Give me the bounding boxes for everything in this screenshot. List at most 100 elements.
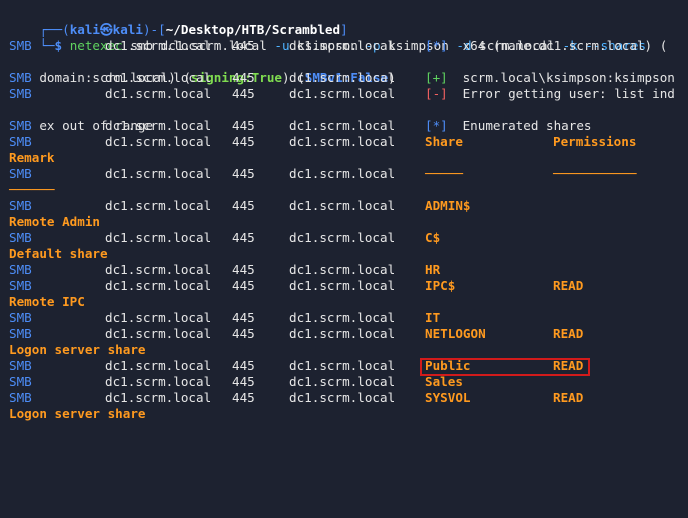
col-proto: SMB: [9, 262, 32, 277]
share-permission: READ: [553, 390, 584, 405]
col-name: dc1.scrm.local: [289, 70, 396, 85]
col-host: dc1.scrm.local: [105, 230, 212, 245]
col-name: dc1.scrm.local: [289, 230, 396, 245]
col-host: dc1.scrm.local: [105, 166, 212, 181]
shares-rule-row: SMB dc1.scrm.local 445 dc1.scrm.local ──…: [9, 166, 688, 182]
share-permission: READ: [553, 326, 584, 341]
enum-text: Enumerated shares: [455, 118, 592, 133]
prompt-line: ┌──(kali㉿kali)-[~/Desktop/HTB/Scrambled]: [9, 6, 347, 37]
col-port: 445: [232, 230, 255, 245]
col-proto: SMB: [9, 230, 32, 245]
share-row: SMB dc1.scrm.local 445 dc1.scrm.local C$: [9, 230, 688, 246]
col-host: dc1.scrm.local: [105, 278, 212, 293]
shares-header-row: SMB dc1.scrm.local 445 dc1.scrm.local Sh…: [9, 134, 688, 150]
share-remark: Logon server share: [9, 342, 146, 357]
col-host: dc1.scrm.local: [105, 134, 212, 149]
col-name: dc1.scrm.local: [289, 86, 396, 101]
col-name: dc1.scrm.local: [289, 310, 396, 325]
share-remark: Default share: [9, 246, 108, 261]
col-proto: SMB: [9, 134, 32, 149]
share-row: SMB dc1.scrm.local 445 dc1.scrm.local IT: [9, 310, 688, 326]
col-port: 445: [232, 374, 255, 389]
col-port: 445: [232, 278, 255, 293]
col-port: 445: [232, 38, 255, 53]
col-proto: SMB: [9, 70, 32, 85]
col-proto: SMB: [9, 374, 32, 389]
col-host: dc1.scrm.local: [105, 118, 212, 133]
col-host: dc1.scrm.local: [105, 390, 212, 405]
share-name: IPC$: [425, 278, 456, 293]
col-port: 445: [232, 166, 255, 181]
share-row: SMB dc1.scrm.local 445 dc1.scrm.local IP…: [9, 278, 688, 294]
output-line-info-wrap: domain:scrm.local) (signing:True) (SMBv1…: [9, 54, 395, 85]
auth-marker: [+]: [425, 70, 448, 85]
col-name: dc1.scrm.local: [289, 166, 396, 181]
header-share: Share: [425, 134, 463, 149]
rule-permissions: ───────────: [553, 166, 637, 181]
terminal-window[interactable]: ┌──(kali㉿kali)-[~/Desktop/HTB/Scrambled]…: [0, 0, 688, 430]
share-permission: READ: [553, 278, 584, 293]
col-host: dc1.scrm.local: [105, 358, 212, 373]
share-name: SYSVOL: [425, 390, 471, 405]
col-name: dc1.scrm.local: [289, 118, 396, 133]
auth-text: scrm.local\ksimpson:ksimpson: [455, 70, 675, 85]
col-name: dc1.scrm.local: [289, 38, 396, 53]
share-row: SMB dc1.scrm.local 445 dc1.scrm.local Sa…: [9, 374, 688, 390]
share-name: HR: [425, 262, 441, 277]
col-host: dc1.scrm.local: [105, 70, 212, 85]
col-host: dc1.scrm.local: [105, 374, 212, 389]
col-port: 445: [232, 358, 255, 373]
col-port: 445: [232, 310, 255, 325]
share-remark: Remote IPC: [9, 294, 85, 309]
col-name: dc1.scrm.local: [289, 390, 396, 405]
col-name: dc1.scrm.local: [289, 278, 396, 293]
col-proto: SMB: [9, 278, 32, 293]
rule-remark: ──────: [9, 182, 55, 197]
header-permissions: Permissions: [553, 134, 637, 149]
share-row: SMB dc1.scrm.local 445 dc1.scrm.local AD…: [9, 198, 688, 214]
share-name: NETLOGON: [425, 326, 486, 341]
share-row: SMB dc1.scrm.local 445 dc1.scrm.local NE…: [9, 326, 688, 342]
share-remark: Logon server share: [9, 406, 146, 421]
col-host: dc1.scrm.local: [105, 262, 212, 277]
col-name: dc1.scrm.local: [289, 198, 396, 213]
col-name: dc1.scrm.local: [289, 358, 396, 373]
col-host: dc1.scrm.local: [105, 38, 212, 53]
col-host: dc1.scrm.local: [105, 86, 212, 101]
share-remark: Remote Admin: [9, 214, 100, 229]
col-name: dc1.scrm.local: [289, 326, 396, 341]
col-host: dc1.scrm.local: [105, 326, 212, 341]
col-port: 445: [232, 390, 255, 405]
share-row: SMB dc1.scrm.local 445 dc1.scrm.local HR: [9, 262, 688, 278]
command-line[interactable]: └─$ netexec smb dc1.scrm.local -u ksimps…: [9, 22, 646, 53]
col-port: 445: [232, 118, 255, 133]
output-line-enum: SMB dc1.scrm.local 445 dc1.scrm.local [*…: [9, 118, 688, 134]
output-line-info: SMB dc1.scrm.local 445 dc1.scrm.local [*…: [9, 38, 688, 54]
col-name: dc1.scrm.local: [289, 374, 396, 389]
col-port: 445: [232, 198, 255, 213]
col-host: dc1.scrm.local: [105, 198, 212, 213]
error-text: Error getting user: list ind: [455, 86, 675, 101]
col-proto: SMB: [9, 358, 32, 373]
enum-marker: [*]: [425, 118, 448, 133]
col-host: dc1.scrm.local: [105, 310, 212, 325]
col-name: dc1.scrm.local: [289, 262, 396, 277]
share-name: Sales: [425, 374, 463, 389]
col-port: 445: [232, 134, 255, 149]
col-proto: SMB: [9, 166, 32, 181]
output-line-error: SMB dc1.scrm.local 445 dc1.scrm.local [-…: [9, 86, 688, 102]
rule-share: ─────: [425, 166, 463, 181]
output-line-auth: SMB dc1.scrm.local 445 dc1.scrm.local [+…: [9, 70, 688, 86]
col-proto: SMB: [9, 118, 32, 133]
output-line-error-wrap: ex out of range: [9, 102, 153, 133]
share-name: ADMIN$: [425, 198, 471, 213]
col-port: 445: [232, 86, 255, 101]
col-name: dc1.scrm.local: [289, 134, 396, 149]
col-proto: SMB: [9, 326, 32, 341]
col-port: 445: [232, 326, 255, 341]
col-port: 445: [232, 262, 255, 277]
col-port: 445: [232, 70, 255, 85]
col-proto: SMB: [9, 310, 32, 325]
share-name: IT: [425, 310, 441, 325]
col-proto: SMB: [9, 390, 32, 405]
